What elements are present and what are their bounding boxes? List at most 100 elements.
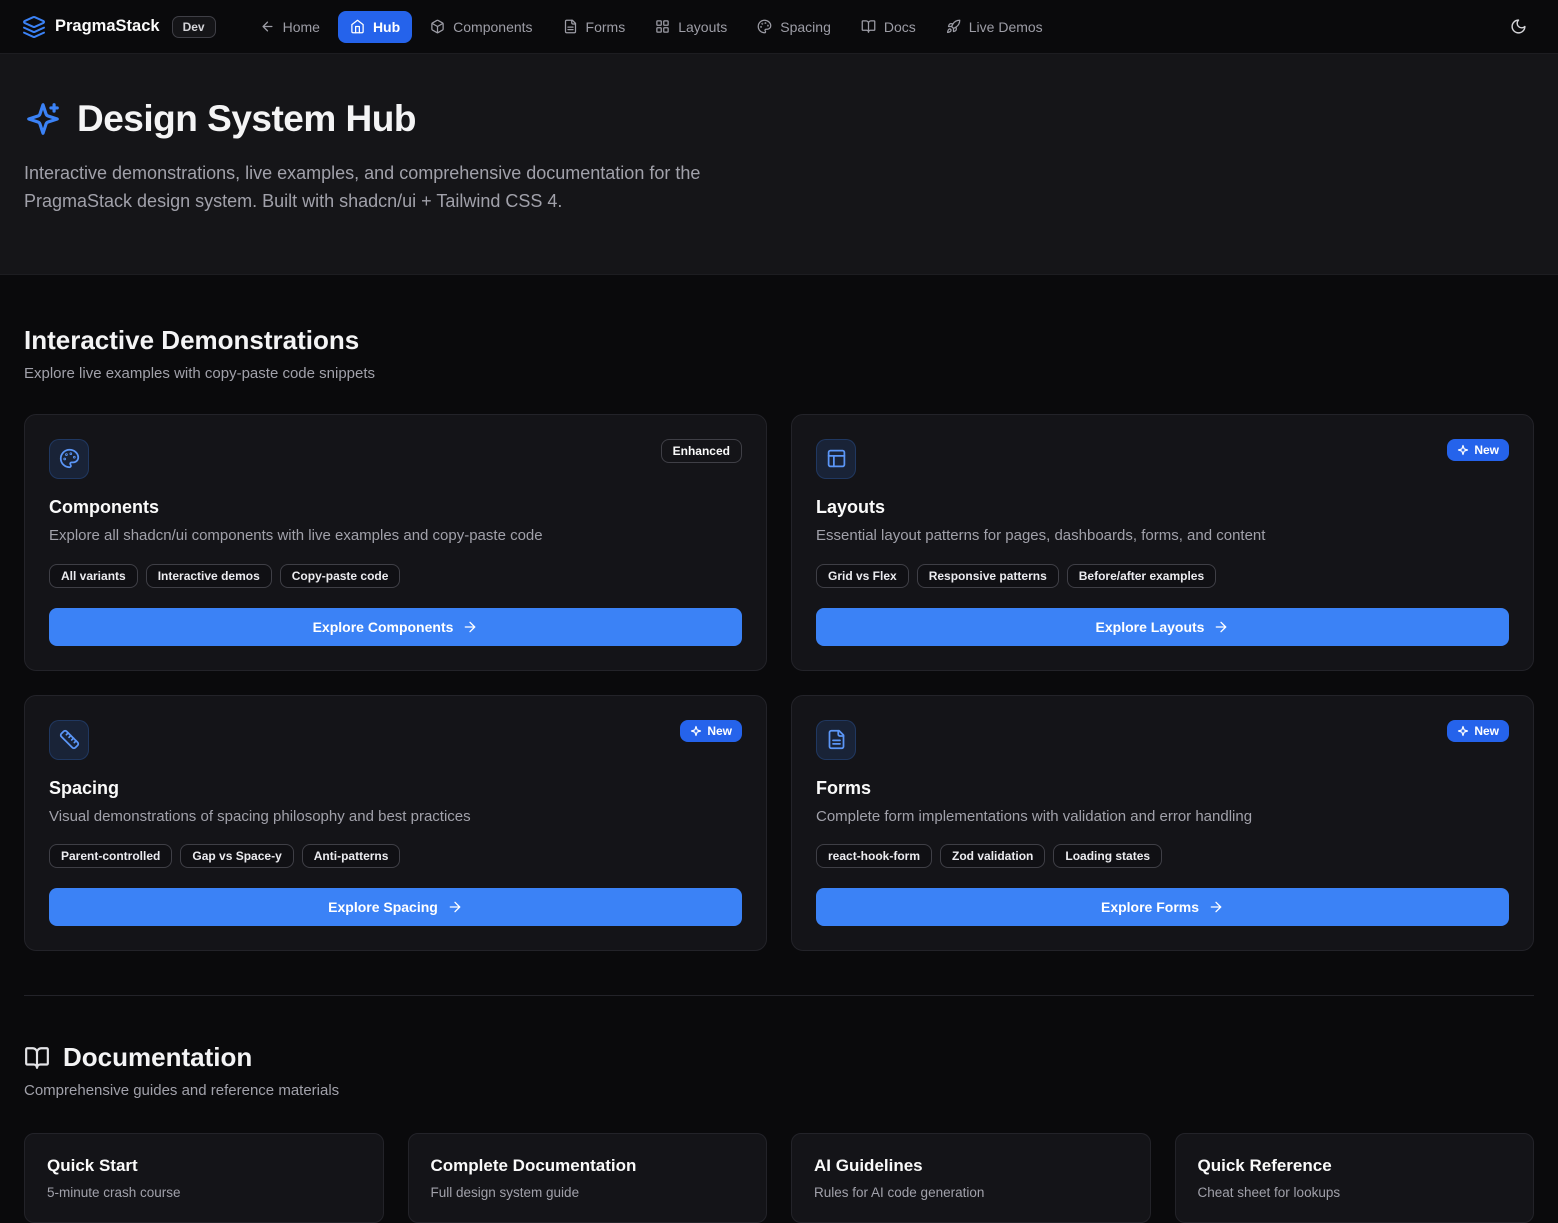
cta-label: Explore Components	[313, 619, 454, 635]
demos-subheading: Explore live examples with copy-paste co…	[24, 365, 1534, 382]
cta-label: Explore Layouts	[1096, 619, 1205, 635]
doc-card-title: Quick Start	[47, 1156, 361, 1176]
moon-icon	[1510, 18, 1527, 35]
brand[interactable]: PragmaStack	[22, 15, 160, 39]
box-icon	[430, 19, 445, 34]
tag-list: Parent-controlled Gap vs Space-y Anti-pa…	[49, 844, 742, 868]
new-badge: New	[680, 720, 742, 742]
nav-item-live-demos[interactable]: Live Demos	[934, 11, 1055, 43]
tag: Responsive patterns	[917, 564, 1059, 588]
doc-card-title: Complete Documentation	[431, 1156, 745, 1176]
doc-card-title: AI Guidelines	[814, 1156, 1128, 1176]
doc-card-ai-guidelines[interactable]: AI Guidelines Rules for AI code generati…	[791, 1133, 1151, 1223]
page-title: Design System Hub	[77, 98, 416, 140]
nav-item-label: Hub	[373, 19, 400, 35]
doc-card-description: Rules for AI code generation	[814, 1185, 1128, 1200]
nav-item-forms[interactable]: Forms	[551, 11, 638, 43]
doc-card-description: Full design system guide	[431, 1185, 745, 1200]
nav-item-label: Live Demos	[969, 19, 1043, 35]
sparkles-icon	[1457, 444, 1469, 456]
doc-card-description: 5-minute crash course	[47, 1185, 361, 1200]
new-badge: New	[1447, 439, 1509, 461]
explore-forms-button[interactable]: Explore Forms	[816, 888, 1509, 926]
top-nav: PragmaStack Dev Home Hub Components Form	[0, 0, 1558, 54]
docs-card-grid: Quick Start 5-minute crash course Comple…	[24, 1133, 1534, 1223]
arrow-right-icon	[1213, 619, 1229, 635]
home-icon	[350, 19, 365, 34]
nav-item-components[interactable]: Components	[418, 11, 544, 43]
enhanced-badge: Enhanced	[661, 439, 742, 463]
new-badge-label: New	[1474, 443, 1499, 457]
nav-item-layouts[interactable]: Layouts	[643, 11, 739, 43]
arrow-left-icon	[260, 19, 275, 34]
page-subtitle: Interactive demonstrations, live example…	[24, 160, 772, 216]
layout-grid-icon	[655, 19, 670, 34]
explore-components-button[interactable]: Explore Components	[49, 608, 742, 646]
palette-icon	[49, 439, 89, 479]
tag: Gap vs Space-y	[180, 844, 293, 868]
cta-label: Explore Spacing	[328, 899, 438, 915]
demo-card-components: Enhanced Components Explore all shadcn/u…	[24, 414, 767, 671]
explore-layouts-button[interactable]: Explore Layouts	[816, 608, 1509, 646]
arrow-right-icon	[1208, 899, 1224, 915]
doc-card-complete-documentation[interactable]: Complete Documentation Full design syste…	[408, 1133, 768, 1223]
nav-menu: Home Hub Components Forms Layouts	[248, 11, 1055, 43]
tag-list: All variants Interactive demos Copy-past…	[49, 564, 742, 588]
card-description: Explore all shadcn/ui components with li…	[49, 525, 742, 547]
docs-subheading: Comprehensive guides and reference mater…	[24, 1082, 1534, 1099]
tag-list: Grid vs Flex Responsive patterns Before/…	[816, 564, 1509, 588]
card-description: Visual demonstrations of spacing philoso…	[49, 806, 742, 828]
nav-right	[1500, 9, 1536, 45]
new-badge: New	[1447, 720, 1509, 742]
cta-label: Explore Forms	[1101, 899, 1199, 915]
nav-item-label: Home	[283, 19, 320, 35]
docs-heading: Documentation	[63, 1042, 252, 1073]
tag: Anti-patterns	[302, 844, 401, 868]
new-badge-label: New	[1474, 724, 1499, 738]
book-open-icon	[24, 1045, 50, 1071]
nav-item-hub[interactable]: Hub	[338, 11, 412, 43]
book-open-icon	[861, 19, 876, 34]
demos-heading: Interactive Demonstrations	[24, 325, 1534, 356]
tag: Copy-paste code	[280, 564, 401, 588]
file-text-icon	[816, 720, 856, 760]
palette-icon	[757, 19, 772, 34]
explore-spacing-button[interactable]: Explore Spacing	[49, 888, 742, 926]
nav-item-label: Forms	[586, 19, 626, 35]
sparkles-icon	[690, 725, 702, 737]
card-description: Complete form implementations with valid…	[816, 806, 1509, 828]
doc-card-quick-start[interactable]: Quick Start 5-minute crash course	[24, 1133, 384, 1223]
card-title: Spacing	[49, 778, 742, 799]
tag: Parent-controlled	[49, 844, 172, 868]
nav-item-docs[interactable]: Docs	[849, 11, 928, 43]
layers-logo-icon	[22, 15, 46, 39]
nav-item-spacing[interactable]: Spacing	[745, 11, 843, 43]
doc-card-quick-reference[interactable]: Quick Reference Cheat sheet for lookups	[1175, 1133, 1535, 1223]
hero-section: Design System Hub Interactive demonstrat…	[0, 54, 1558, 275]
sparkles-icon	[1457, 725, 1469, 737]
doc-card-title: Quick Reference	[1198, 1156, 1512, 1176]
tag: All variants	[49, 564, 138, 588]
nav-item-label: Components	[453, 19, 532, 35]
layout-panel-icon	[816, 439, 856, 479]
nav-item-label: Spacing	[780, 19, 831, 35]
env-badge: Dev	[172, 16, 216, 38]
documentation-section: Documentation Comprehensive guides and r…	[0, 996, 1558, 1223]
demo-card-spacing: New Spacing Visual demonstrations of spa…	[24, 695, 767, 952]
sparkles-icon	[24, 100, 62, 138]
card-title: Layouts	[816, 497, 1509, 518]
theme-toggle-button[interactable]	[1500, 9, 1536, 45]
brand-name: PragmaStack	[55, 17, 160, 36]
rocket-icon	[946, 19, 961, 34]
tag: Loading states	[1053, 844, 1162, 868]
demo-card-forms: New Forms Complete form implementations …	[791, 695, 1534, 952]
demo-card-layouts: New Layouts Essential layout patterns fo…	[791, 414, 1534, 671]
demo-card-grid: Enhanced Components Explore all shadcn/u…	[24, 414, 1534, 952]
tag-list: react-hook-form Zod validation Loading s…	[816, 844, 1509, 868]
nav-item-label: Layouts	[678, 19, 727, 35]
nav-item-home[interactable]: Home	[248, 11, 332, 43]
card-description: Essential layout patterns for pages, das…	[816, 525, 1509, 547]
arrow-right-icon	[462, 619, 478, 635]
file-text-icon	[563, 19, 578, 34]
card-title: Forms	[816, 778, 1509, 799]
